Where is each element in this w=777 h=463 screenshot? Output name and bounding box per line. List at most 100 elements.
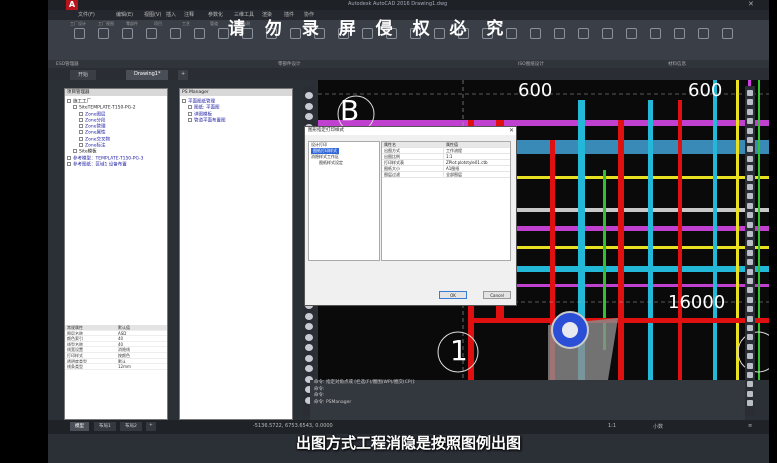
expand-icon[interactable] bbox=[188, 117, 192, 122]
ps-tree-item[interactable]: 管道平面布置图 bbox=[182, 117, 226, 124]
nav-tool-icon[interactable] bbox=[305, 102, 313, 110]
draw-tool-icon[interactable] bbox=[747, 268, 753, 275]
ribbon-tab[interactable]: 工厂设计 bbox=[70, 21, 86, 27]
close-icon[interactable]: ✕ bbox=[748, 0, 754, 8]
draw-tool-icon[interactable] bbox=[747, 174, 753, 181]
cancel-button[interactable]: Cancel bbox=[483, 291, 511, 299]
tab-model[interactable]: 模型 bbox=[70, 422, 89, 431]
draw-tool-icon[interactable] bbox=[747, 287, 753, 294]
property-row[interactable]: 线条类型 12mm bbox=[65, 364, 167, 370]
draw-tool-icon[interactable] bbox=[747, 127, 753, 134]
ribbon-tool-icon[interactable] bbox=[602, 28, 613, 39]
draw-tool-icon[interactable] bbox=[747, 400, 753, 407]
menu-item[interactable]: 文件(F) bbox=[78, 11, 95, 18]
draw-tool-icon[interactable] bbox=[747, 184, 753, 190]
draw-tool-icon[interactable] bbox=[747, 99, 753, 106]
draw-tool-icon[interactable] bbox=[747, 296, 753, 303]
nav-tool-icon[interactable] bbox=[305, 333, 313, 341]
nav-tool-icon[interactable] bbox=[305, 354, 313, 362]
ribbon-tool-icon[interactable] bbox=[650, 28, 661, 39]
ribbon-tab[interactable]: 工厂视图 bbox=[98, 21, 114, 27]
draw-tool-icon[interactable] bbox=[747, 212, 753, 219]
draw-tool-icon[interactable] bbox=[747, 202, 753, 209]
expand-icon[interactable] bbox=[73, 149, 77, 154]
ribbon-tool-icon[interactable] bbox=[74, 28, 85, 39]
expand-icon[interactable] bbox=[188, 111, 192, 116]
draw-tool-icon[interactable] bbox=[747, 231, 753, 237]
nav-tool-icon[interactable] bbox=[305, 92, 313, 99]
expand-icon[interactable] bbox=[188, 105, 192, 110]
add-layout-plus-icon[interactable]: + bbox=[146, 422, 156, 431]
expand-icon[interactable] bbox=[79, 117, 83, 122]
expand-icon[interactable] bbox=[79, 124, 83, 129]
ribbon-tool-icon[interactable] bbox=[98, 28, 109, 39]
draw-tool-icon[interactable] bbox=[747, 165, 753, 172]
draw-tool-icon[interactable] bbox=[747, 155, 753, 162]
menu-item[interactable]: 编辑(E) bbox=[116, 11, 133, 18]
units-setting[interactable]: 小数 bbox=[653, 423, 663, 430]
ribbon-tool-icon[interactable] bbox=[194, 28, 205, 39]
annotation-scale[interactable]: 1:1 bbox=[608, 423, 616, 429]
draw-tool-icon[interactable] bbox=[747, 315, 753, 322]
dialog-close-icon[interactable]: ✕ bbox=[509, 127, 514, 134]
expand-icon[interactable] bbox=[67, 99, 71, 103]
nav-tool-icon[interactable] bbox=[305, 323, 313, 330]
expand-icon[interactable] bbox=[79, 111, 83, 116]
tab-layout2[interactable]: 布局2 bbox=[120, 422, 142, 431]
menu-item[interactable]: 注释 bbox=[184, 11, 194, 18]
draw-tool-icon[interactable] bbox=[747, 137, 753, 143]
tab-drawing1[interactable]: Drawing1* bbox=[126, 70, 169, 80]
ribbon-tool-icon[interactable] bbox=[626, 28, 637, 39]
ribbon-tool-icon[interactable] bbox=[554, 28, 565, 39]
new-tab-plus-icon[interactable]: + bbox=[178, 70, 189, 80]
draw-tool-icon[interactable] bbox=[747, 221, 753, 228]
dialog-property-row[interactable]: 图层过滤 全部图层 bbox=[382, 172, 510, 178]
ribbon-tool-icon[interactable] bbox=[674, 28, 685, 39]
draw-tool-icon[interactable] bbox=[747, 343, 753, 350]
ribbon-tab[interactable]: 零部件 bbox=[126, 21, 138, 27]
tab-layout1[interactable]: 布局1 bbox=[94, 422, 116, 431]
draw-tool-icon[interactable] bbox=[747, 146, 753, 153]
draw-tool-icon[interactable] bbox=[747, 118, 753, 125]
draw-tool-icon[interactable] bbox=[747, 259, 753, 266]
draw-tool-icon[interactable] bbox=[747, 334, 753, 341]
ribbon-tool-icon[interactable] bbox=[146, 28, 157, 39]
draw-tool-icon[interactable] bbox=[747, 381, 753, 388]
nav-tool-icon[interactable] bbox=[305, 365, 313, 372]
draw-tool-icon[interactable] bbox=[747, 372, 753, 378]
nav-tool-icon[interactable] bbox=[305, 113, 313, 120]
ribbon-tool-icon[interactable] bbox=[170, 28, 181, 39]
menu-item[interactable]: 视图(V) bbox=[144, 11, 161, 18]
ribbon-tool-icon[interactable] bbox=[578, 28, 589, 39]
draw-tool-icon[interactable] bbox=[747, 193, 753, 200]
ok-button[interactable]: OK bbox=[439, 291, 467, 299]
autocad-logo[interactable]: A bbox=[66, 0, 78, 10]
ribbon-tool-icon[interactable] bbox=[722, 28, 733, 39]
draw-tool-icon[interactable] bbox=[747, 325, 753, 331]
draw-tool-icon[interactable] bbox=[747, 240, 753, 247]
ribbon-tool-icon[interactable] bbox=[530, 28, 541, 39]
menu-icon[interactable]: ≡ bbox=[748, 423, 752, 429]
menu-item[interactable]: 参数化 bbox=[208, 11, 223, 18]
ribbon-tool-icon[interactable] bbox=[122, 28, 133, 39]
ribbon-tool-icon[interactable] bbox=[698, 28, 709, 39]
expand-icon[interactable] bbox=[182, 99, 186, 103]
expand-icon[interactable] bbox=[67, 161, 71, 166]
expand-icon[interactable] bbox=[79, 143, 83, 148]
draw-tool-icon[interactable] bbox=[747, 108, 753, 115]
expand-icon[interactable] bbox=[79, 130, 83, 135]
dialog-tree-item[interactable]: 图纸样式设定 bbox=[309, 160, 379, 166]
draw-tool-icon[interactable] bbox=[747, 362, 753, 369]
draw-tool-icon[interactable] bbox=[747, 353, 753, 360]
nav-tool-icon[interactable] bbox=[305, 312, 313, 320]
ribbon-tab[interactable]: 工艺 bbox=[182, 21, 190, 27]
expand-icon[interactable] bbox=[79, 136, 83, 141]
command-line[interactable]: 命令: 指定对角点或 [栏选(F)/圈围(WP)/圈交(CP)]: 命令: 命令: 命… bbox=[310, 380, 745, 420]
draw-tool-icon[interactable] bbox=[747, 278, 753, 284]
draw-tool-icon[interactable] bbox=[747, 90, 753, 96]
tab-start[interactable]: 开始 bbox=[70, 70, 97, 80]
menu-item[interactable]: 插入 bbox=[166, 11, 176, 18]
nav-tool-icon[interactable] bbox=[305, 344, 313, 351]
expand-icon[interactable] bbox=[67, 155, 71, 160]
expand-icon[interactable] bbox=[73, 105, 77, 110]
